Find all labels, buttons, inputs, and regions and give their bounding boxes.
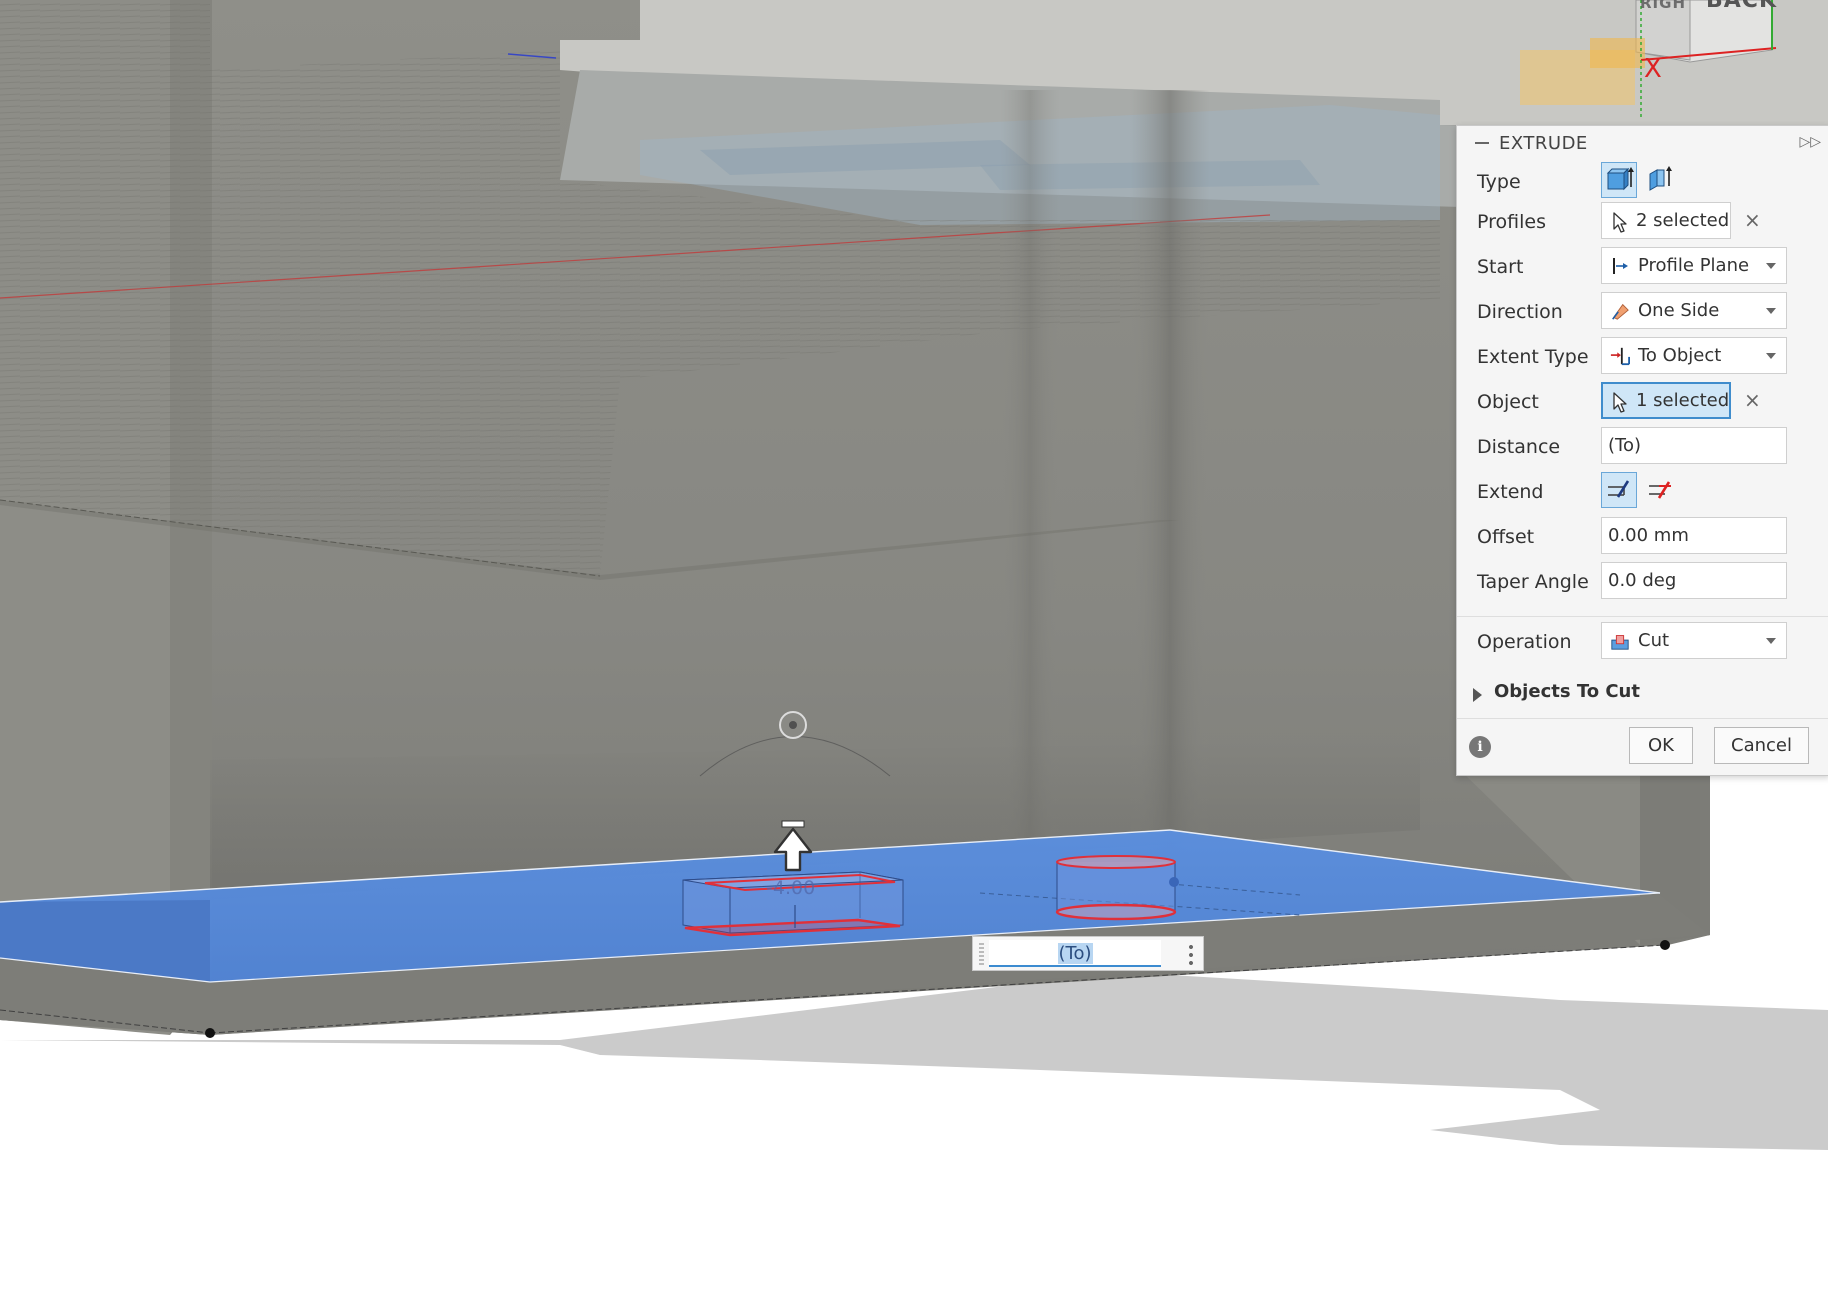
- chevron-down-icon: [1766, 353, 1776, 359]
- objects-to-cut-toggle[interactable]: Objects To Cut: [1494, 681, 1640, 702]
- operation-label: Operation: [1477, 631, 1572, 653]
- thin-extrude-button[interactable]: [1643, 162, 1679, 198]
- chevron-down-icon: [1766, 638, 1776, 644]
- collapse-icon[interactable]: [1475, 142, 1489, 144]
- chevron-down-icon: [1766, 308, 1776, 314]
- inline-distance-value: (To): [1057, 943, 1093, 964]
- offset-label: Offset: [1477, 526, 1535, 548]
- more-options-icon[interactable]: [1189, 943, 1193, 965]
- no-extend-icon: [1649, 481, 1671, 499]
- section-divider: [1457, 616, 1828, 617]
- profiles-label: Profiles: [1477, 211, 1546, 233]
- one-side-icon: [1612, 303, 1629, 320]
- offset-value: 0.00 mm: [1608, 525, 1689, 546]
- cancel-button[interactable]: Cancel: [1714, 727, 1809, 764]
- dialog-header[interactable]: EXTRUDE ▷▷: [1457, 126, 1828, 162]
- extend-faces-button[interactable]: [1601, 472, 1637, 508]
- distance-input[interactable]: (To): [1601, 427, 1787, 464]
- expand-panel-icon[interactable]: ▷▷: [1799, 134, 1821, 150]
- taper-angle-input[interactable]: 0.0 deg: [1601, 562, 1787, 599]
- distance-value: (To): [1608, 435, 1641, 456]
- object-label: Object: [1477, 391, 1539, 413]
- viewcube-right-face-label[interactable]: RIGH: [1640, 0, 1686, 12]
- profiles-value: 2 selected: [1636, 210, 1730, 231]
- start-dropdown[interactable]: Profile Plane: [1601, 247, 1787, 284]
- chevron-down-icon: [1766, 263, 1776, 269]
- no-extend-button[interactable]: [1643, 472, 1679, 508]
- thin-extrude-icon: [1649, 166, 1672, 191]
- dialog-title: EXTRUDE: [1499, 133, 1588, 154]
- offset-input[interactable]: 0.00 mm: [1601, 517, 1787, 554]
- inline-distance-input[interactable]: (To): [989, 940, 1161, 967]
- inline-distance-box: (To): [972, 936, 1204, 971]
- cursor-arrow-icon: [1613, 212, 1627, 233]
- info-icon[interactable]: i: [1469, 736, 1491, 758]
- extend-faces-icon: [1608, 480, 1630, 498]
- clear-profiles-icon[interactable]: ×: [1744, 208, 1761, 232]
- direction-value: One Side: [1638, 300, 1720, 321]
- operation-value: Cut: [1638, 630, 1670, 651]
- profiles-select-button[interactable]: 2 selected: [1601, 202, 1731, 239]
- dimension-label: -4.00: [766, 877, 816, 899]
- footer-divider: [1457, 718, 1828, 719]
- taper-angle-label: Taper Angle: [1477, 571, 1589, 593]
- taper-angle-value: 0.0 deg: [1608, 570, 1677, 591]
- expand-arrow-icon[interactable]: [1473, 688, 1482, 702]
- cursor-arrow-icon: [1613, 392, 1627, 413]
- distance-label: Distance: [1477, 436, 1561, 458]
- ok-button[interactable]: OK: [1629, 727, 1693, 764]
- clear-object-icon[interactable]: ×: [1744, 388, 1761, 412]
- extent-type-dropdown[interactable]: To Object: [1601, 337, 1787, 374]
- operation-dropdown[interactable]: Cut: [1601, 622, 1787, 659]
- drag-grip-icon[interactable]: [979, 943, 984, 965]
- extrude-dialog: EXTRUDE ▷▷ Type Profiles 2 selected × St…: [1456, 125, 1828, 776]
- start-value: Profile Plane: [1638, 255, 1750, 276]
- extent-type-value: To Object: [1638, 345, 1722, 366]
- solid-extrude-button[interactable]: [1601, 162, 1637, 198]
- viewcube-back-face-label[interactable]: BACK: [1706, 0, 1777, 13]
- cut-icon: [1611, 635, 1629, 650]
- to-object-icon: [1610, 347, 1630, 366]
- object-select-button[interactable]: 1 selected: [1601, 382, 1731, 419]
- object-value: 1 selected: [1636, 390, 1730, 411]
- extent-type-label: Extent Type: [1477, 346, 1589, 368]
- direction-label: Direction: [1477, 301, 1563, 323]
- solid-extrude-icon: [1606, 167, 1634, 191]
- type-label: Type: [1477, 171, 1521, 193]
- start-label: Start: [1477, 256, 1524, 278]
- x-axis-label: X: [1644, 54, 1662, 84]
- extend-label: Extend: [1477, 481, 1544, 503]
- direction-dropdown[interactable]: One Side: [1601, 292, 1787, 329]
- profile-plane-icon: [1613, 258, 1628, 274]
